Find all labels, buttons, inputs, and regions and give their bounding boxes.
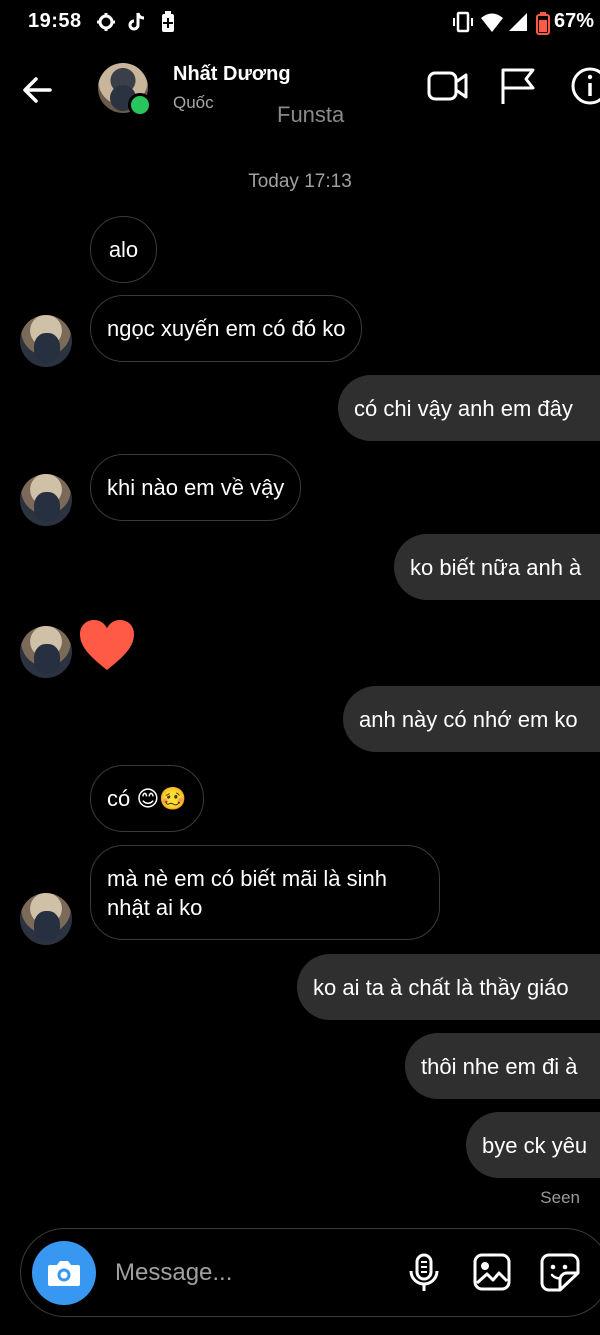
signal-icon bbox=[509, 13, 527, 31]
sender-avatar[interactable] bbox=[20, 315, 72, 367]
vibrate-icon bbox=[453, 11, 473, 33]
wifi-icon bbox=[481, 13, 503, 32]
online-status-dot bbox=[128, 93, 152, 117]
video-call-icon[interactable] bbox=[427, 66, 469, 106]
chat-header: Nhất Dương Quốc Funsta bbox=[0, 46, 600, 136]
account-label: Funsta bbox=[277, 102, 345, 127]
contact-name[interactable]: Nhất Dương bbox=[173, 63, 291, 86]
incoming-message[interactable]: có 😊🥴 bbox=[90, 765, 204, 832]
outgoing-message[interactable]: ko biết nữa anh à bbox=[394, 534, 600, 600]
contact-subtitle: Quốc bbox=[173, 93, 214, 112]
message-composer bbox=[20, 1228, 600, 1317]
incoming-message-multiline[interactable]: mà nè em có biết mãi là sinh nhật ai ko bbox=[90, 845, 440, 940]
back-arrow-icon[interactable] bbox=[20, 72, 56, 108]
outgoing-message[interactable]: bye ck yêu bbox=[466, 1112, 600, 1178]
camera-icon bbox=[48, 1261, 80, 1286]
incoming-message[interactable]: khi nào em về vậy bbox=[90, 454, 302, 521]
sender-avatar[interactable] bbox=[20, 893, 72, 945]
message-line: mà nè em có biết mãi là sinh bbox=[107, 865, 388, 891]
seen-indicator: Seen bbox=[540, 1188, 580, 1207]
battery-percent: 67% bbox=[553, 10, 594, 32]
heart-icon[interactable] bbox=[78, 618, 136, 672]
battery-saver-icon bbox=[162, 11, 174, 32]
outgoing-message[interactable]: anh này có nhớ em ko bbox=[343, 686, 600, 752]
status-bar: 19:58 67% bbox=[0, 0, 600, 46]
thread-timestamp: Today 17:13 bbox=[248, 171, 352, 192]
info-icon[interactable] bbox=[570, 66, 600, 106]
incoming-message[interactable]: ngọc xuyến em có đó ko bbox=[90, 295, 363, 362]
sender-avatar[interactable] bbox=[20, 474, 72, 526]
report-flag-icon[interactable] bbox=[498, 66, 538, 106]
outgoing-message[interactable]: có chi vậy anh em đây bbox=[338, 375, 600, 441]
camera-button[interactable] bbox=[32, 1241, 96, 1305]
sticker-icon[interactable] bbox=[540, 1253, 580, 1293]
microphone-icon[interactable] bbox=[408, 1253, 440, 1293]
tiktok-icon bbox=[128, 12, 145, 31]
outgoing-message[interactable]: ko ai ta à chất là thầy giáo bbox=[297, 954, 600, 1020]
settings-gear-icon bbox=[97, 13, 115, 31]
battery-icon bbox=[536, 12, 550, 35]
gallery-icon[interactable] bbox=[473, 1253, 511, 1291]
outgoing-message[interactable]: thôi nhe em đi à bbox=[405, 1033, 600, 1099]
message-input[interactable]: Message... bbox=[115, 1259, 232, 1287]
sender-avatar[interactable] bbox=[20, 626, 72, 678]
status-time: 19:58 bbox=[28, 10, 82, 32]
message-line: nhật ai ko bbox=[107, 894, 203, 920]
incoming-message[interactable]: alo bbox=[90, 216, 157, 283]
